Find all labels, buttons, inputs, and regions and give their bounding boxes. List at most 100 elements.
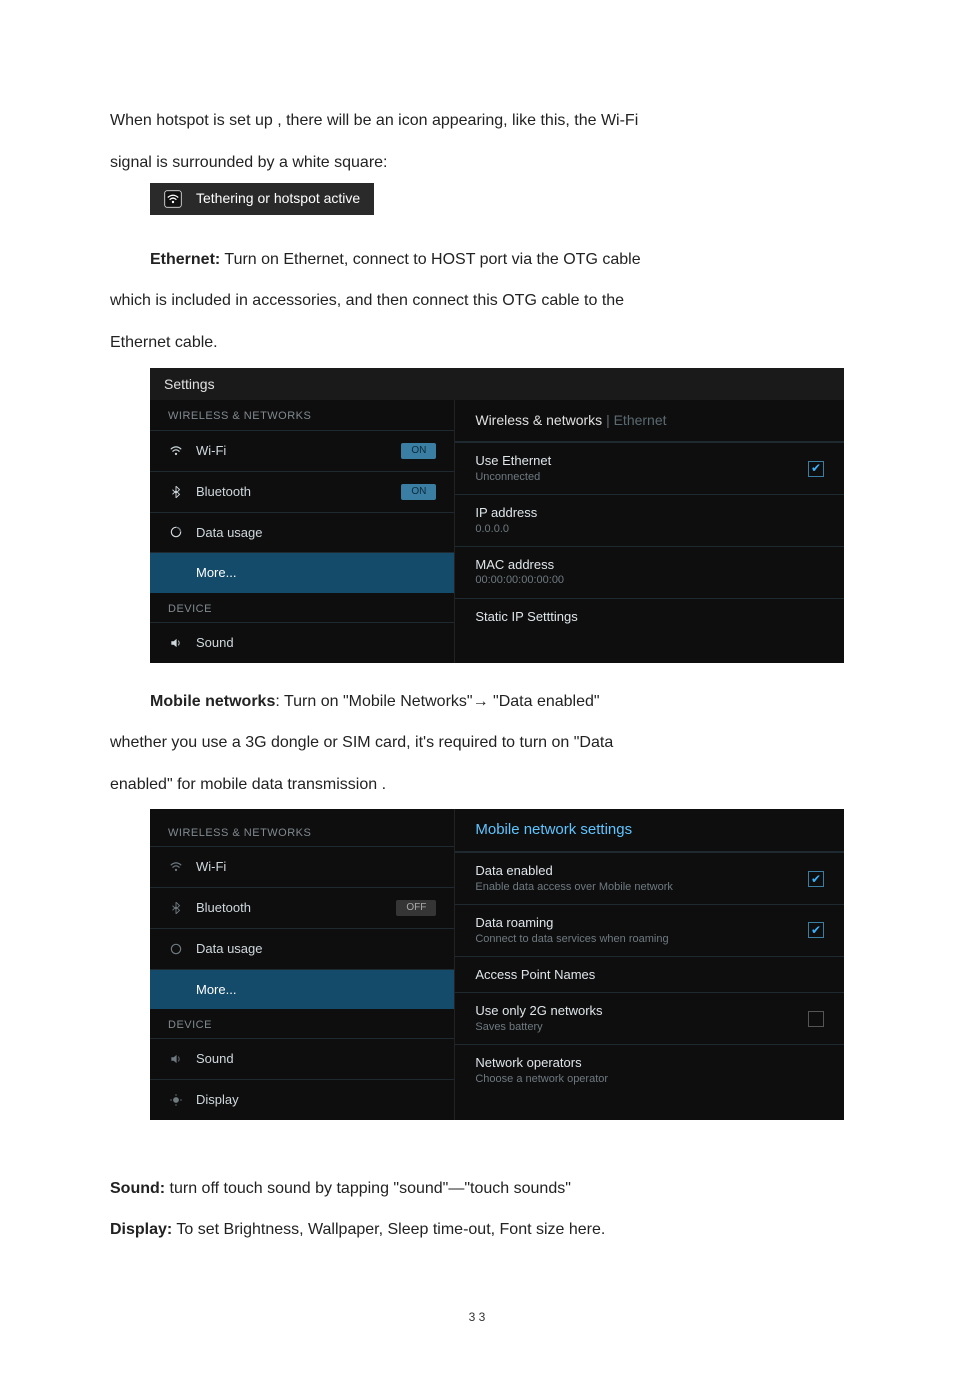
row-title: Use Ethernet <box>475 453 798 469</box>
ip-address-row: IP address 0.0.0.0 <box>455 494 844 546</box>
row-title: MAC address <box>475 557 824 573</box>
mobile-text-1: : Turn on "Mobile Networks"→ "Data enabl… <box>275 693 599 710</box>
row-subtitle: Saves battery <box>475 1021 798 1034</box>
network-operators-row[interactable]: Network operators Choose a network operat… <box>455 1044 844 1096</box>
mobile-settings-header: Mobile network settings <box>455 809 844 852</box>
paragraph-ethernet-2: which is included in accessories, and th… <box>110 280 844 322</box>
settings-right-panel: Wireless & networks | Ethernet Use Ether… <box>455 400 844 662</box>
wireless-section-header-2: WIRELESS & NETWORKS <box>150 809 454 846</box>
paragraph-hotspot-1: When hotspot is set up , there will be a… <box>110 100 844 142</box>
sidebar-item-data-usage[interactable]: Data usage <box>150 512 454 553</box>
data-roaming-row[interactable]: Data roaming Connect to data services whe… <box>455 904 844 956</box>
row-subtitle: Enable data access over Mobile network <box>475 881 798 894</box>
paragraph-mobile-3: enabled" for mobile data transmission . <box>110 764 844 806</box>
bluetooth-toggle-2[interactable]: OFF <box>396 900 436 916</box>
display-icon <box>168 1093 184 1107</box>
sidebar-item-bluetooth-2[interactable]: Bluetooth OFF <box>150 887 454 928</box>
paragraph-ethernet-3: Ethernet cable. <box>110 322 844 364</box>
sidebar-item-label: More... <box>196 982 236 998</box>
sidebar-item-label: More... <box>196 565 236 581</box>
paragraph-sound: Sound: turn off touch sound by tapping "… <box>110 1168 844 1210</box>
sound-icon <box>168 1052 184 1066</box>
sidebar-item-bluetooth[interactable]: Bluetooth ON <box>150 471 454 512</box>
sidebar-item-label: Bluetooth <box>196 484 251 500</box>
sidebar-item-label: Bluetooth <box>196 900 251 916</box>
settings-left-panel: WIRELESS & NETWORKS Wi-Fi ON Bluetooth O… <box>150 400 455 662</box>
sidebar-item-more[interactable]: More... <box>150 552 454 593</box>
wifi-icon <box>168 860 184 874</box>
settings-left-panel-2: WIRELESS & NETWORKS Wi-Fi Bluetooth OFF … <box>150 809 455 1119</box>
settings-ethernet-screenshot: Settings WIRELESS & NETWORKS Wi-Fi ON Bl… <box>150 368 844 663</box>
wifi-icon <box>168 444 184 458</box>
static-ip-row[interactable]: Static IP Setttings <box>455 598 844 635</box>
tethering-label: Tethering or hotspot active <box>196 189 360 209</box>
row-title: Access Point Names <box>475 967 824 983</box>
paragraph-mobile-2: whether you use a 3G dongle or SIM card,… <box>110 722 844 764</box>
row-subtitle: 00:00:00:00:00:00 <box>475 574 824 587</box>
data-enabled-checkbox[interactable]: ✔ <box>808 871 824 887</box>
mobile-networks-heading: Mobile networks <box>150 693 275 710</box>
sidebar-item-data-usage-2[interactable]: Data usage <box>150 928 454 969</box>
data-roaming-checkbox[interactable]: ✔ <box>808 922 824 938</box>
use-ethernet-row[interactable]: Use Ethernet Unconnected ✔ <box>455 442 844 494</box>
sidebar-item-display-2[interactable]: Display <box>150 1079 454 1120</box>
bluetooth-icon <box>168 901 184 915</box>
page-number: 3 3 <box>110 1311 844 1323</box>
mobile-right-panel: Mobile network settings Data enabled Enab… <box>455 809 844 1119</box>
sidebar-item-wifi-2[interactable]: Wi-Fi <box>150 846 454 887</box>
use-2g-row[interactable]: Use only 2G networks Saves battery ✔ <box>455 992 844 1044</box>
device-section-header-2: DEVICE <box>150 1009 454 1038</box>
sidebar-item-label: Display <box>196 1092 239 1108</box>
sound-heading: Sound: <box>110 1180 165 1197</box>
sidebar-item-label: Data usage <box>196 941 263 957</box>
row-subtitle: 0.0.0.0 <box>475 523 824 536</box>
use-ethernet-checkbox[interactable]: ✔ <box>808 461 824 477</box>
ethernet-text-1: Turn on Ethernet, connect to HOST port v… <box>220 251 640 268</box>
settings-title: Settings <box>150 368 844 401</box>
tethering-notification: Tethering or hotspot active <box>150 183 374 215</box>
sidebar-item-wifi[interactable]: Wi-Fi ON <box>150 430 454 471</box>
data-enabled-row[interactable]: Data enabled Enable data access over Mobi… <box>455 852 844 904</box>
right-head-sub: Ethernet <box>614 412 667 428</box>
row-title: IP address <box>475 505 824 521</box>
apn-row[interactable]: Access Point Names <box>455 956 844 993</box>
bluetooth-toggle[interactable]: ON <box>401 484 436 500</box>
paragraph-mobile-1: Mobile networks: Turn on "Mobile Network… <box>110 681 844 723</box>
sound-icon <box>168 636 184 650</box>
bluetooth-icon <box>168 485 184 499</box>
row-title: Data enabled <box>475 863 798 879</box>
right-head-main: Wireless & networks <box>475 412 602 428</box>
sidebar-item-more-2[interactable]: More... <box>150 969 454 1010</box>
sidebar-item-label: Data usage <box>196 525 263 541</box>
display-text: To set Brightness, Wallpaper, Sleep time… <box>172 1221 605 1238</box>
sidebar-item-label: Wi-Fi <box>196 443 226 459</box>
display-heading: Display: <box>110 1221 172 1238</box>
paragraph-ethernet-1: Ethernet: Turn on Ethernet, connect to H… <box>110 239 844 281</box>
row-title: Static IP Setttings <box>475 609 824 625</box>
ethernet-heading: Ethernet: <box>150 251 220 268</box>
device-section-header: DEVICE <box>150 593 454 622</box>
row-title: Use only 2G networks <box>475 1003 798 1019</box>
mac-address-row: MAC address00:00:00:00:00:00 <box>455 546 844 598</box>
paragraph-display: Display: To set Brightness, Wallpaper, S… <box>110 1209 844 1251</box>
sidebar-item-sound-2[interactable]: Sound <box>150 1038 454 1079</box>
paragraph-hotspot-2: signal is surrounded by a white square: <box>110 142 844 184</box>
mobile-network-screenshot: WIRELESS & NETWORKS Wi-Fi Bluetooth OFF … <box>150 809 844 1119</box>
wifi-boxed-icon <box>164 190 182 208</box>
row-subtitle: Unconnected <box>475 471 798 484</box>
data-usage-icon <box>168 942 184 956</box>
wireless-section-header: WIRELESS & NETWORKS <box>150 400 454 429</box>
wifi-toggle[interactable]: ON <box>401 443 436 459</box>
row-subtitle: Connect to data services when roaming <box>475 933 798 946</box>
right-panel-header: Wireless & networks | Ethernet <box>455 400 844 442</box>
row-subtitle: Choose a network operator <box>475 1073 824 1086</box>
sidebar-item-label: Sound <box>196 1051 234 1067</box>
row-title: Data roaming <box>475 915 798 931</box>
data-usage-icon <box>168 525 184 539</box>
sidebar-item-label: Wi-Fi <box>196 859 226 875</box>
sidebar-item-label: Sound <box>196 635 234 651</box>
use-2g-checkbox[interactable]: ✔ <box>808 1011 824 1027</box>
sidebar-item-sound[interactable]: Sound <box>150 622 454 663</box>
row-title: Network operators <box>475 1055 824 1071</box>
sound-text: turn off touch sound by tapping "sound"—… <box>165 1180 571 1197</box>
